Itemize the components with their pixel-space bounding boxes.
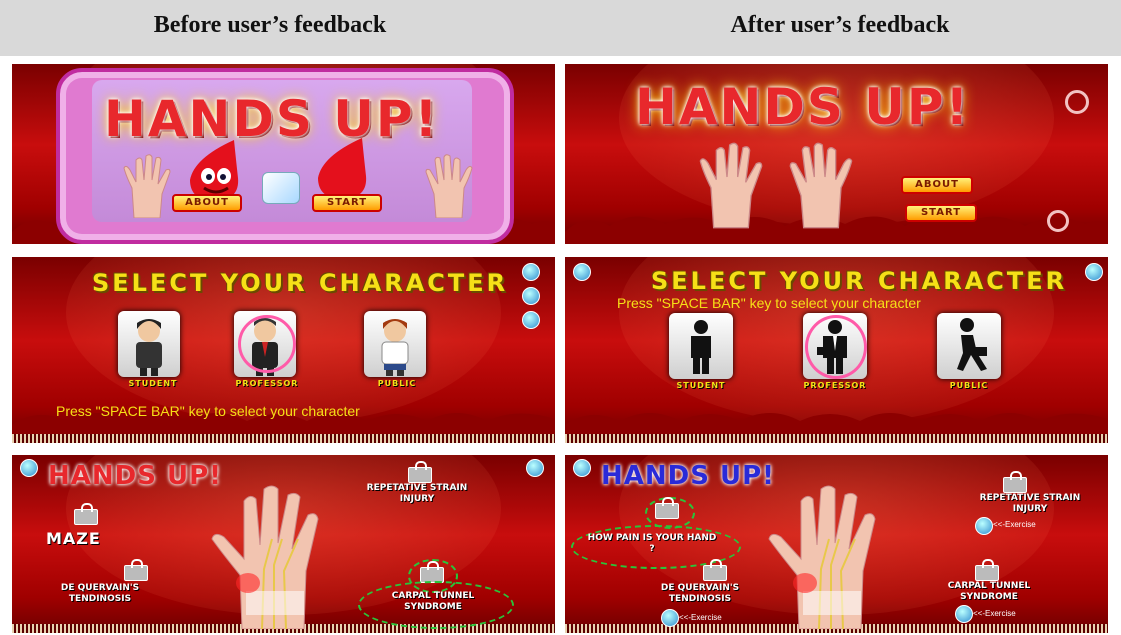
public-pictogram-icon <box>957 318 987 371</box>
after-select-screen: SELECT YOUR CHARACTER Press "SPACE BAR" … <box>565 257 1108 443</box>
character-label-professor: PROFESSOR <box>235 379 299 388</box>
maze-label[interactable]: MAZE <box>46 529 101 548</box>
character-card-student[interactable] <box>669 313 733 379</box>
comparison-header: Before user’s feedback After user’s feed… <box>0 0 1121 56</box>
cts-label[interactable]: CARPAL TUNNEL SYNDROME <box>368 591 498 613</box>
help-button[interactable] <box>573 459 591 477</box>
before-select-screen: SELECT YOUR CHARACTER STUDENT PROFESSOR … <box>12 257 555 443</box>
grass-strip <box>12 434 555 443</box>
hand-illustration <box>768 485 876 629</box>
lock-icon <box>1003 471 1027 493</box>
ice-cube-mascot <box>262 172 300 204</box>
pause-button[interactable] <box>522 263 540 281</box>
hand-right-icon <box>789 142 853 229</box>
pain-label[interactable]: HOW PAIN IS YOUR HAND ? <box>587 533 717 555</box>
character-card-student[interactable] <box>118 311 180 377</box>
lock-icon <box>975 559 999 581</box>
before-title-screen: HANDS UP! ABOUT START <box>12 64 555 244</box>
hand-left-icon <box>123 154 171 218</box>
start-button[interactable]: START <box>905 204 977 222</box>
after-menu-screen: HANDS UP! REPETATIVE STRAIN INJURY <<-Ex… <box>565 455 1108 633</box>
rsi-label[interactable]: REPETATIVE STRAIN INJURY <box>965 493 1095 515</box>
sound-button[interactable] <box>522 311 540 329</box>
exercise-button[interactable] <box>661 609 679 627</box>
game-title: HANDS UP! <box>601 461 776 491</box>
hand-left-icon <box>699 142 763 229</box>
exercise-label[interactable]: <<-Exercise <box>993 520 1036 529</box>
lock-icon <box>124 559 148 581</box>
before-heading: Before user’s feedback <box>153 12 387 38</box>
exercise-label[interactable]: <<-Exercise <box>679 613 722 622</box>
student-pictogram-icon <box>691 320 711 374</box>
student-character-icon <box>136 319 162 376</box>
exercise-button[interactable] <box>955 605 973 623</box>
grass-strip <box>565 434 1108 443</box>
lock-icon <box>655 497 679 519</box>
character-card-public[interactable] <box>937 313 1001 379</box>
pause-button[interactable] <box>526 459 544 477</box>
hand-right-icon <box>425 154 473 218</box>
game-title: HANDS UP! <box>635 78 971 136</box>
cts-label[interactable]: CARPAL TUNNEL SYNDROME <box>929 581 1049 603</box>
character-label-student: STUDENT <box>128 379 178 388</box>
character-card-public[interactable] <box>364 311 426 377</box>
character-label-public: PUBLIC <box>377 379 417 388</box>
exercise-button[interactable] <box>975 517 993 535</box>
rsi-label[interactable]: REPETATIVE STRAIN INJURY <box>362 483 472 505</box>
hand-illustration <box>211 485 319 629</box>
about-button[interactable]: ABOUT <box>901 176 973 194</box>
decor-circle <box>1065 90 1089 114</box>
start-button[interactable]: START <box>312 194 382 212</box>
decor-circle <box>1047 210 1069 232</box>
select-heading: SELECT YOUR CHARACTER <box>92 269 509 297</box>
game-title: HANDS UP! <box>48 461 223 491</box>
help-button[interactable] <box>573 263 591 281</box>
about-button[interactable]: ABOUT <box>172 194 242 212</box>
help-button[interactable] <box>20 459 38 477</box>
dqt-label[interactable]: DE QUERVAIN'S TENDINOSIS <box>645 583 755 605</box>
after-heading: After user’s feedback <box>730 12 950 38</box>
blood-drop-mascot-right <box>318 138 367 200</box>
lock-icon <box>74 503 98 525</box>
before-menu-screen: HANDS UP! REPETATIVE STRAIN INJURY MAZE … <box>12 455 555 633</box>
selection-ring <box>238 315 296 373</box>
character-label-student: STUDENT <box>676 381 726 390</box>
selection-ring <box>805 315 867 379</box>
exercise-label[interactable]: <<-Exercise <box>973 609 1016 618</box>
game-title: HANDS UP! <box>104 90 440 148</box>
dqt-label[interactable]: DE QUERVAIN'S TENDINOSIS <box>50 583 150 605</box>
character-label-professor: PROFESSOR <box>803 381 867 390</box>
public-character-icon <box>381 319 409 376</box>
select-instruction: Press "SPACE BAR" key to select your cha… <box>617 295 921 311</box>
pause-button[interactable] <box>1085 263 1103 281</box>
help-button[interactable] <box>522 287 540 305</box>
lock-icon <box>408 461 432 483</box>
select-instruction: Press "SPACE BAR" key to select your cha… <box>56 403 360 419</box>
character-label-public: PUBLIC <box>949 381 989 390</box>
lock-icon <box>703 559 727 581</box>
select-heading: SELECT YOUR CHARACTER <box>651 267 1068 295</box>
after-title-screen: HANDS UP! ABOUT START <box>565 64 1108 244</box>
